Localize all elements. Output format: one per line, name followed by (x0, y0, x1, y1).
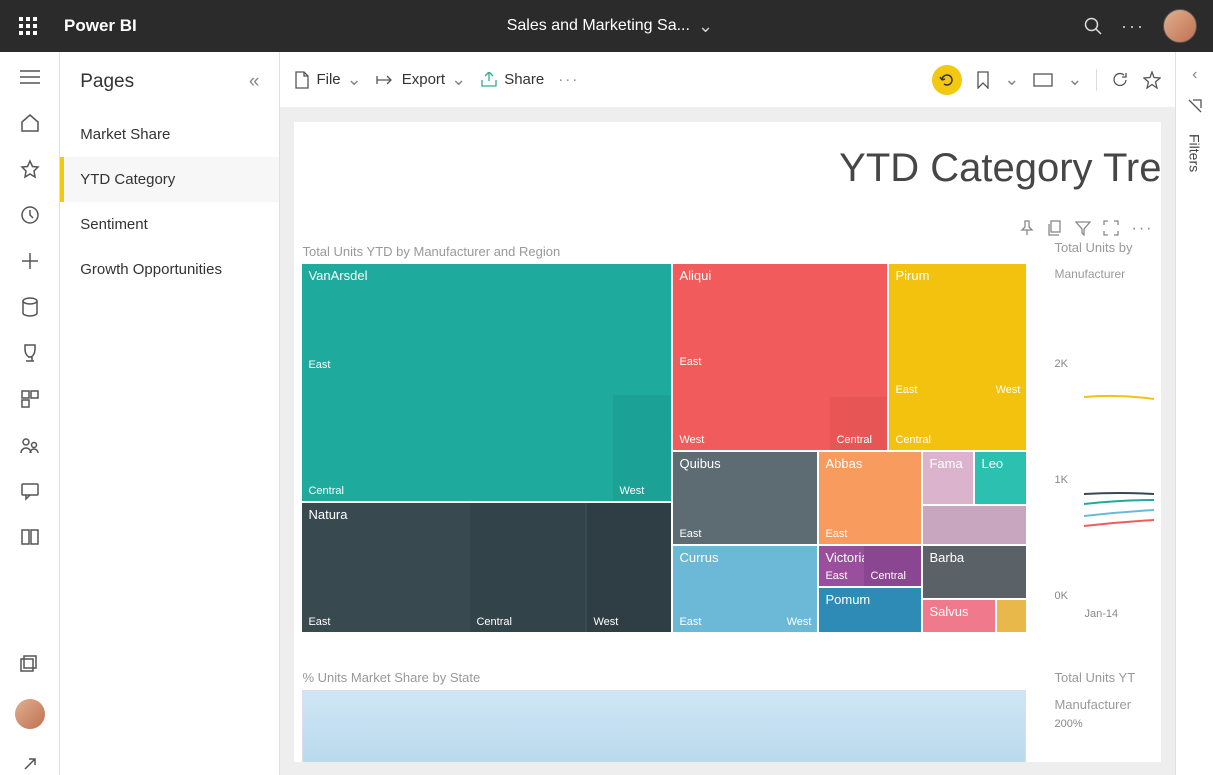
treemap-cell-[interactable]: West (587, 503, 671, 632)
treemap-cell-fama[interactable]: Fama (923, 452, 973, 504)
top-bar: Power BI Sales and Marketing Sa... ⌄ ··· (0, 0, 1213, 52)
page-title: YTD Category Tre (839, 146, 1161, 191)
bookmark-icon[interactable] (976, 71, 990, 89)
page-tab-ytd-category[interactable]: YTD Category (60, 157, 279, 202)
treemap-visual[interactable]: VanArsdelEastCentralWestNaturaEastCentra… (302, 264, 1026, 634)
learn-icon[interactable] (19, 526, 41, 548)
expand-filters-icon[interactable]: ‹ (1192, 66, 1197, 84)
report-title-dropdown[interactable]: Sales and Marketing Sa... (507, 17, 690, 35)
treemap-cell-[interactable]: West (613, 395, 671, 501)
chat-icon[interactable] (19, 480, 41, 502)
linechart1-title: Total Units by (1054, 240, 1161, 255)
export-label: Export (402, 71, 445, 88)
focus-icon[interactable] (1103, 220, 1119, 238)
home-icon[interactable] (19, 112, 41, 134)
favorites-icon[interactable] (19, 158, 41, 180)
reset-button[interactable] (932, 65, 962, 95)
chevron-down-icon[interactable]: ⌄ (1004, 69, 1019, 90)
treemap-cell-[interactable] (997, 600, 1026, 632)
copy-icon[interactable] (1047, 220, 1063, 238)
treemap-cell-salvus[interactable]: Salvus (923, 600, 995, 632)
pages-panel: Pages « Market ShareYTD CategorySentimen… (60, 52, 280, 775)
external-icon[interactable] (19, 753, 41, 775)
file-menu[interactable]: File ⌄ (294, 69, 361, 90)
line-chart-2[interactable]: Total Units YT Manufacturer 200% (1054, 670, 1161, 730)
more-visual-icon[interactable]: ··· (1131, 220, 1153, 238)
treemap-cell-barba[interactable]: Barba (923, 546, 1026, 598)
treemap-cell-[interactable]: Central (470, 503, 585, 632)
more-commands-icon[interactable]: ··· (558, 71, 579, 88)
workspaces-icon[interactable] (19, 653, 41, 675)
search-icon[interactable] (1083, 16, 1103, 36)
shared-icon[interactable] (19, 434, 41, 456)
view-icon[interactable] (1033, 73, 1053, 87)
treemap-cell-[interactable]: Central (830, 397, 887, 450)
goals-icon[interactable] (19, 342, 41, 364)
brand-label: Power BI (64, 16, 137, 36)
pages-header: Pages (80, 71, 134, 93)
pin-icon[interactable] (1019, 220, 1035, 238)
hamburger-icon[interactable] (19, 66, 41, 88)
workspace: File ⌄ Export ⌄ Share ··· ⌄ ⌄ (280, 52, 1175, 775)
map-title: % Units Market Share by State (302, 670, 480, 685)
apps-icon[interactable] (19, 388, 41, 410)
line-chart-1[interactable]: Total Units by Manufacturer (1054, 240, 1161, 281)
collapse-pages-icon[interactable]: « (249, 71, 260, 93)
user-avatar[interactable] (1163, 9, 1197, 43)
y-tick: 1K (1054, 474, 1067, 486)
treemap-cell-pomum[interactable]: Pomum (819, 588, 921, 632)
treemap-cell-[interactable]: Central (864, 546, 921, 586)
export-menu[interactable]: Export ⌄ (376, 69, 466, 90)
treemap-cell-abbas[interactable]: AbbasEast (819, 452, 921, 544)
sparkline-group (1084, 490, 1154, 530)
filter-icon[interactable] (1075, 220, 1091, 238)
report-page: YTD Category Tre ··· Total Units YTD by … (294, 122, 1161, 762)
page-tab-sentiment[interactable]: Sentiment (60, 202, 279, 247)
filters-panel-collapsed: ‹ Filters (1175, 52, 1213, 775)
treemap-cell-currus[interactable]: CurrusEastWest (673, 546, 817, 632)
treemap-cell-leo[interactable]: Leo (975, 452, 1026, 504)
sparkline-1 (1084, 392, 1154, 404)
filters-icon[interactable] (1187, 98, 1203, 114)
workspace-avatar[interactable] (15, 699, 45, 729)
treemap-cell-quibus[interactable]: QuibusEast (673, 452, 817, 544)
page-tab-growth-opportunities[interactable]: Growth Opportunities (60, 247, 279, 292)
more-icon[interactable]: ··· (1121, 16, 1145, 37)
linechart1-subtitle: Manufacturer (1054, 267, 1161, 281)
chevron-down-icon[interactable]: ⌄ (698, 16, 713, 37)
y-tick: 2K (1054, 358, 1067, 370)
nav-rail (0, 52, 60, 775)
favorite-star-icon[interactable] (1143, 71, 1161, 89)
linechart2-subtitle: Manufacturer (1054, 697, 1161, 712)
page-tab-market-share[interactable]: Market Share (60, 112, 279, 157)
command-bar: File ⌄ Export ⌄ Share ··· ⌄ ⌄ (280, 52, 1175, 108)
chevron-down-icon[interactable]: ⌄ (1067, 69, 1082, 90)
linechart2-title: Total Units YT (1054, 670, 1161, 685)
share-label: Share (504, 71, 544, 88)
create-icon[interactable] (19, 250, 41, 272)
chevron-down-icon: ⌄ (347, 69, 362, 90)
datasets-icon[interactable] (19, 296, 41, 318)
report-canvas: YTD Category Tre ··· Total Units YTD by … (280, 108, 1175, 775)
share-menu[interactable]: Share (480, 71, 544, 88)
filters-label[interactable]: Filters (1187, 134, 1203, 172)
visual-toolbar: ··· (1019, 220, 1153, 238)
chevron-down-icon: ⌄ (451, 69, 466, 90)
recent-icon[interactable] (19, 204, 41, 226)
x-tick: Jan-14 (1084, 608, 1118, 620)
treemap-cell-[interactable] (923, 506, 1026, 544)
refresh-icon[interactable] (1111, 71, 1129, 89)
treemap-title: Total Units YTD by Manufacturer and Regi… (302, 244, 560, 259)
linechart2-tick: 200% (1054, 718, 1161, 730)
y-tick: 0K (1054, 590, 1067, 602)
file-label: File (316, 71, 340, 88)
app-launcher-icon[interactable] (8, 6, 48, 46)
treemap-cell-pirum[interactable]: PirumEastWestCentral (889, 264, 1026, 450)
map-visual[interactable] (302, 690, 1026, 762)
